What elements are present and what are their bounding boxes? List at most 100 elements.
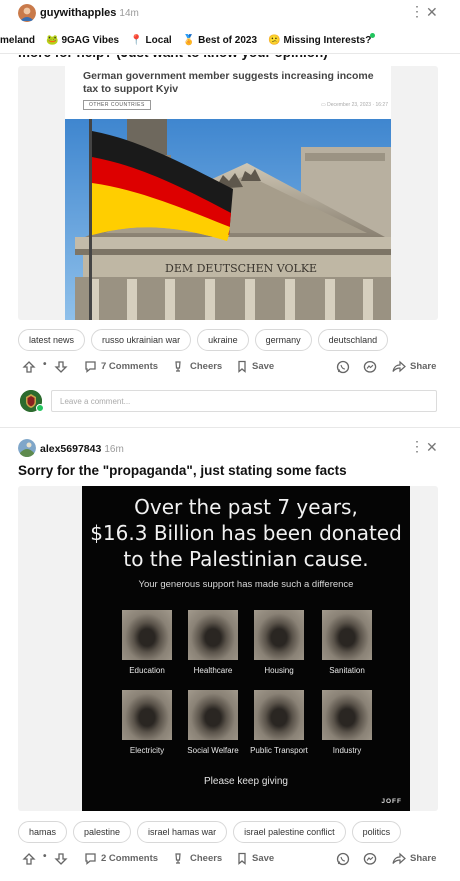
comment-input[interactable]: Leave a comment... [51,390,437,412]
share-button[interactable]: Share [392,360,436,373]
notification-dot [370,32,376,38]
tag-chip[interactable]: deutschland [317,329,389,351]
article-headline: German government member suggests increa… [83,70,374,95]
comments-count: 2 Comments [101,853,159,864]
whatsapp-icon [336,360,350,374]
share-label: Share [410,361,437,372]
ribbon-item-9gag-vibes[interactable]: 🐸 9GAG Vibes [46,35,119,46]
infographic-signature: JOFF [381,798,402,805]
messenger-icon [363,360,377,373]
post-media[interactable]: German government member suggests increa… [18,66,438,320]
user-avatar[interactable] [18,4,36,22]
tag-chip[interactable]: germany [254,329,312,351]
post-media[interactable]: Over the past 7 years, $16.3 Billion has… [18,486,438,811]
infographic-footer: Please keep giving [204,776,288,787]
whatsapp-share-button[interactable] [336,852,350,866]
ribbon-item-best-of-2023[interactable]: 🏅 Best of 2023 [183,35,257,46]
downvote-button[interactable] [54,852,68,866]
share-label: Share [410,853,437,864]
arrow-up-icon [22,853,36,865]
comment-icon [85,361,96,373]
close-icon[interactable]: ✕ [426,4,438,21]
post-time: 14m [119,8,139,19]
interest-ribbon: meland 🐸 9GAG Vibes 📍 Local 🏅 Best of 2023 … [0,30,460,50]
ribbon-divider [0,53,460,54]
pin-icon: 📍 [130,34,143,46]
post-tags: hamas palestine israel hamas war israel … [18,821,402,843]
cheers-button[interactable]: Cheers [173,360,222,373]
comments-button[interactable]: 7 Comments [84,360,158,373]
post-header: alex5697843 16m ⋮ ✕ [0,435,460,461]
cheers-label: Cheers [190,361,223,372]
comment-composer: Leave a comment... [0,390,460,418]
whatsapp-icon [336,852,350,866]
tile-label: Industry [332,746,362,755]
tag-chip[interactable]: hamas [18,821,68,843]
news-article-screenshot: German government member suggests increa… [65,66,391,320]
tag-chip[interactable]: israel palestine conflict [233,821,346,843]
post-author[interactable]: alex5697843 16m [40,443,124,455]
tunnel-photo [254,690,304,740]
cheers-button[interactable]: Cheers [173,852,222,865]
bookmark-icon [238,852,246,865]
close-icon[interactable]: ✕ [426,439,438,456]
share-button[interactable]: Share [392,852,436,865]
more-vertical-icon[interactable]: ⋮ [410,438,424,455]
messenger-share-button[interactable] [363,852,377,866]
upvote-button[interactable] [22,360,36,374]
comment-icon [85,853,96,865]
infographic-image: Over the past 7 years, $16.3 Billion has… [82,486,410,811]
more-vertical-icon[interactable]: ⋮ [410,3,424,20]
post-author[interactable]: guywithapples 14m [40,7,139,19]
post-action-bar: • 7 Comments Cheers Save Share [0,356,460,378]
ribbon-item-missing-interests[interactable]: 😕 Missing Interests? [268,32,376,46]
tunnel-photo [188,610,238,660]
messenger-icon [363,852,377,865]
share-arrow-icon [392,852,406,865]
cheers-label: Cheers [190,853,223,864]
tag-chip[interactable]: palestine [73,821,132,843]
tunnel-photo [254,610,304,660]
article-date: ▭ December 23, 2023 · 16:27 [321,102,388,108]
user-avatar[interactable] [18,439,36,457]
frog-icon: 🐸 [46,34,59,46]
calendar-icon: ▭ [321,102,326,108]
online-status-dot [36,404,44,412]
infographic-subline: Your generous support has made such a di… [138,579,354,590]
tunnel-photo [122,610,172,660]
tunnel-photo [122,690,172,740]
comments-button[interactable]: 2 Comments [84,852,158,865]
tunnel-photo [188,690,238,740]
post-title[interactable]: Sorry for the "propaganda", just stating… [18,463,347,478]
tag-chip[interactable]: russo ukrainian war [91,329,192,351]
upvote-button[interactable] [22,852,36,866]
article-category: OTHER COUNTRIES [83,100,151,110]
tunnel-photo [322,690,372,740]
tag-chip[interactable]: politics [351,821,402,843]
tag-chip[interactable]: israel hamas war [137,821,228,843]
ribbon-item-homeland[interactable]: meland [0,35,35,46]
save-button[interactable]: Save [236,852,274,865]
save-label: Save [252,853,275,864]
tag-chip[interactable]: ukraine [197,329,249,351]
bookmark-icon [238,360,246,373]
reichstag-photo: DEM DEUTSCHEN VOLKE [65,119,391,320]
whatsapp-share-button[interactable] [336,360,350,374]
confused-face-icon: 😕 [268,34,281,46]
post-action-bar: • 2 Comments Cheers Save Share [0,848,460,870]
save-button[interactable]: Save [236,360,274,373]
post-divider [0,427,460,428]
inscription-text: DEM DEUTSCHEN VOLKE [165,262,317,275]
post-header: guywithapples 14m ⋮ ✕ [0,0,460,26]
cheers-icon [175,853,181,864]
cheers-icon [175,361,181,372]
messenger-share-button[interactable] [363,360,377,374]
downvote-button[interactable] [54,360,68,374]
post-time: 16m [104,444,124,455]
arrow-down-icon [54,361,68,373]
ribbon-item-local[interactable]: 📍 Local [130,35,172,46]
vote-separator: • [43,359,47,370]
infographic-headline: Over the past 7 years, $16.3 Billion has… [90,495,402,571]
share-arrow-icon [392,360,406,373]
tag-chip[interactable]: latest news [18,329,86,351]
